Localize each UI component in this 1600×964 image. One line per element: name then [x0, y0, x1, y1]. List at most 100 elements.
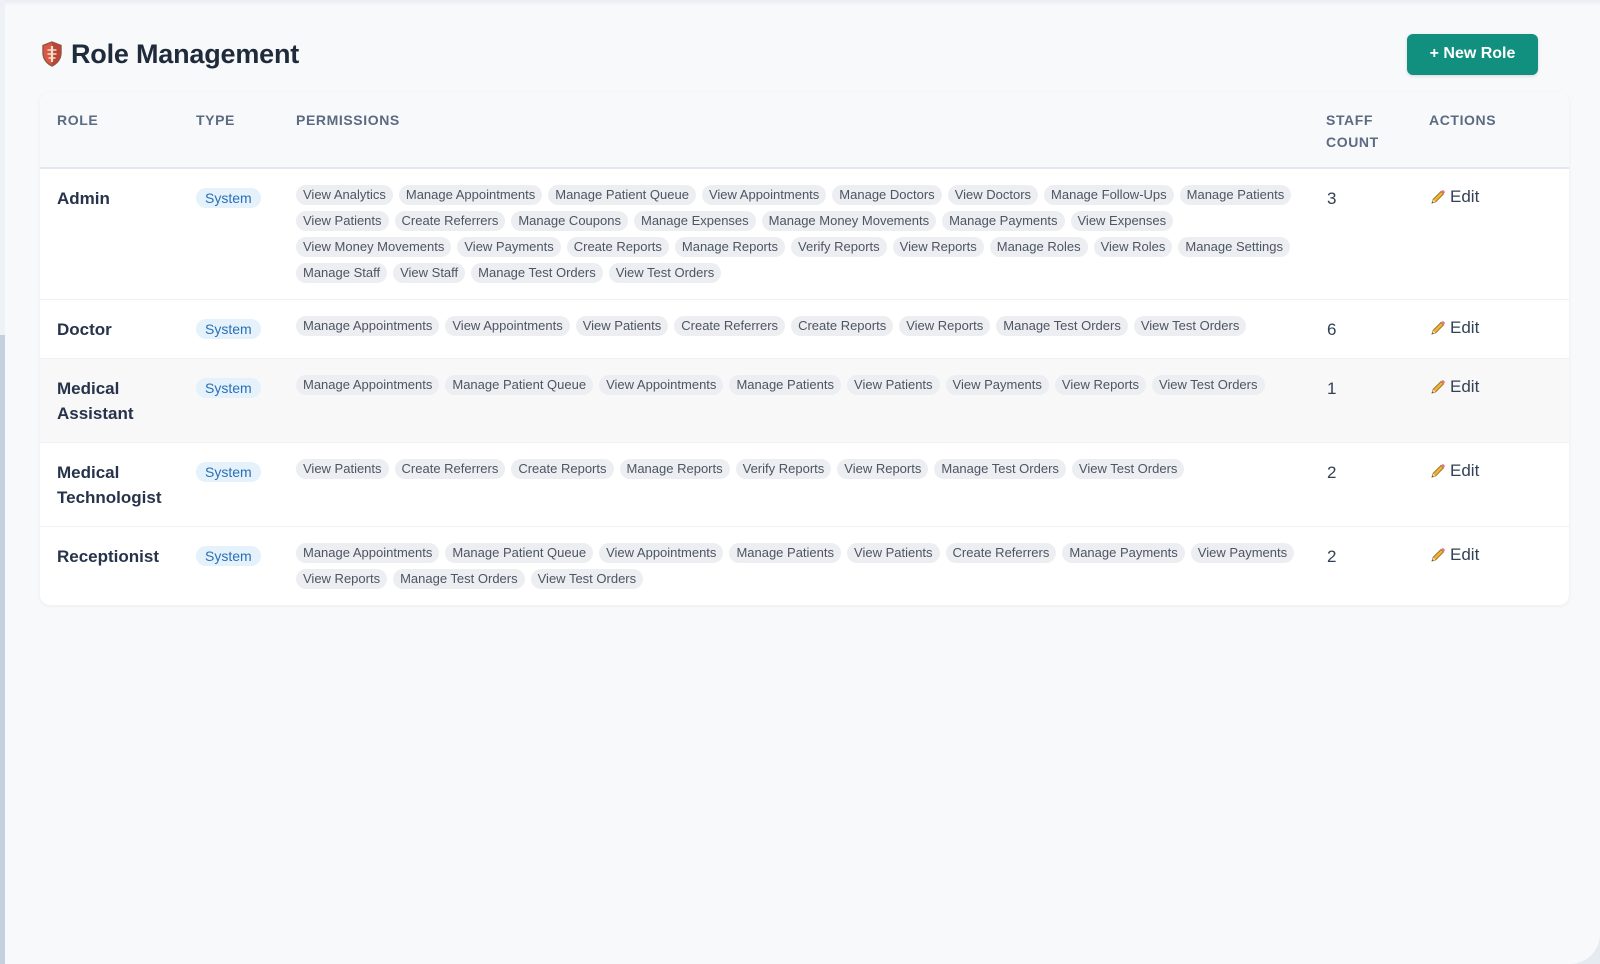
- permission-list: View Analytics Manage Appointments Manage …: [296, 185, 1296, 283]
- permission-chip: Manage Patient Queue: [548, 185, 696, 205]
- pencil-icon: [1429, 189, 1446, 206]
- staff-count: 3: [1327, 189, 1337, 208]
- permission-chip: Create Reports: [566, 237, 669, 257]
- type-cell: System: [196, 527, 296, 606]
- role-name: Receptionist: [57, 547, 160, 566]
- permission-chip: Manage Appointments: [296, 316, 440, 336]
- permission-chip: View Appointments: [701, 185, 827, 205]
- permission-chip: View Test Orders: [608, 263, 722, 283]
- staff-count-cell: 3: [1326, 168, 1429, 300]
- shield-icon: [41, 41, 63, 67]
- permission-chip: View Payments: [945, 375, 1049, 395]
- permission-chip: Manage Patients: [729, 375, 842, 395]
- permission-chip: Manage Appointments: [398, 185, 543, 205]
- staff-count: 2: [1327, 547, 1337, 566]
- roles-table: ROLE TYPE PERMISSIONS STAFF COUNT ACTION…: [40, 92, 1569, 605]
- edit-label: Edit: [1450, 545, 1480, 564]
- edit-label: Edit: [1450, 187, 1480, 206]
- permission-chip: Create Reports: [511, 459, 614, 479]
- permissions-cell: Manage Appointments Manage Patient Queue V…: [296, 359, 1326, 443]
- permission-chip: Create Reports: [791, 316, 894, 336]
- permission-chip: Manage Patient Queue: [445, 543, 594, 563]
- permissions-cell: Manage Appointments Manage Patient Queue V…: [296, 527, 1326, 606]
- column-header-staff-count: STAFF COUNT: [1326, 112, 1379, 150]
- permission-chip: Manage Patient Queue: [445, 375, 594, 395]
- role-cell: Medical Technologist: [40, 443, 196, 527]
- page-title: Role Management: [71, 38, 300, 69]
- staff-count-cell: 2: [1326, 443, 1429, 527]
- permission-chip: Manage Patients: [1179, 185, 1292, 205]
- type-badge: System: [196, 546, 261, 566]
- edit-role-button[interactable]: Edit: [1429, 375, 1479, 399]
- type-badge: System: [196, 319, 261, 339]
- permission-chip: View Reports: [892, 237, 984, 257]
- permission-chip: View Reports: [899, 316, 991, 336]
- type-badge: System: [196, 188, 261, 208]
- pencil-icon: [1429, 320, 1446, 337]
- page-top-shadow: [5, 0, 1600, 6]
- permission-list: View Patients Create Referrers Create Repo…: [296, 459, 1296, 479]
- role-cell: Doctor: [40, 300, 196, 359]
- permission-chip: View Test Orders: [1071, 459, 1185, 479]
- permission-list: Manage Appointments View Appointments View…: [296, 316, 1296, 336]
- permission-chip: View Staff: [393, 263, 466, 283]
- permission-chip: View Patients: [296, 211, 389, 231]
- permission-chip: View Expenses: [1070, 211, 1174, 231]
- permission-chip: Manage Test Orders: [471, 263, 603, 283]
- edit-role-button[interactable]: Edit: [1429, 543, 1479, 567]
- pencil-icon: [1429, 463, 1446, 480]
- table-row: Doctor System Manage Appointments View Appo…: [40, 300, 1569, 359]
- edit-role-button[interactable]: Edit: [1429, 316, 1479, 340]
- permission-chip: Verify Reports: [735, 459, 832, 479]
- role-name: Admin: [57, 189, 110, 208]
- permission-chip: Create Referrers: [394, 459, 506, 479]
- permission-chip: Manage Test Orders: [996, 316, 1128, 336]
- permissions-cell: View Patients Create Referrers Create Repo…: [296, 443, 1326, 527]
- column-header-type: TYPE: [196, 112, 235, 128]
- permission-chip: Manage Expenses: [633, 211, 756, 231]
- new-role-button[interactable]: + New Role: [1407, 33, 1538, 75]
- permission-chip: View Doctors: [947, 185, 1039, 205]
- permission-chip: View Analytics: [296, 185, 393, 205]
- staff-count: 2: [1327, 463, 1337, 482]
- edit-role-button[interactable]: Edit: [1429, 185, 1479, 209]
- permission-list: Manage Appointments Manage Patient Queue V…: [296, 375, 1296, 395]
- type-badge: System: [196, 462, 261, 482]
- permission-chip: Create Referrers: [394, 211, 506, 231]
- type-cell: System: [196, 168, 296, 300]
- permission-chip: Manage Roles: [989, 237, 1088, 257]
- role-name: Doctor: [57, 320, 112, 339]
- table-row: Receptionist System Manage Appointments Man…: [40, 527, 1569, 606]
- permission-chip: View Appointments: [599, 543, 724, 563]
- permission-chip: Manage Money Movements: [761, 211, 937, 231]
- permission-chip: Manage Reports: [619, 459, 730, 479]
- permission-chip: Manage Payments: [942, 211, 1065, 231]
- column-header-permissions: PERMISSIONS: [296, 112, 400, 128]
- permission-chip: View Roles: [1093, 237, 1173, 257]
- actions-cell: Edit: [1429, 300, 1569, 359]
- role-name: Medical Technologist: [57, 463, 162, 507]
- type-cell: System: [196, 300, 296, 359]
- type-cell: System: [196, 359, 296, 443]
- role-cell: Medical Assistant: [40, 359, 196, 443]
- table-row: Medical Technologist System View Patients C…: [40, 443, 1569, 527]
- permission-chip: View Patients: [296, 459, 389, 479]
- permission-chip: View Reports: [296, 569, 388, 589]
- permissions-cell: Manage Appointments View Appointments View…: [296, 300, 1326, 359]
- pencil-icon: [1429, 379, 1446, 396]
- table-row: Medical Assistant System Manage Appointmen…: [40, 358, 1569, 443]
- staff-count-cell: 2: [1326, 527, 1429, 606]
- edit-label: Edit: [1450, 318, 1480, 337]
- edit-role-button[interactable]: Edit: [1429, 459, 1479, 483]
- permission-chip: View Reports: [837, 459, 929, 479]
- permission-chip: View Test Orders: [1151, 375, 1265, 395]
- staff-count: 1: [1327, 379, 1337, 398]
- permission-chip: View Patients: [847, 375, 940, 395]
- title-wrap: Role Management: [41, 39, 299, 70]
- permission-chip: Manage Appointments: [296, 543, 440, 563]
- staff-count-cell: 6: [1326, 300, 1429, 359]
- permission-chip: Create Referrers: [674, 316, 786, 336]
- permission-chip: Manage Appointments: [296, 375, 440, 395]
- column-header-role: ROLE: [57, 112, 99, 128]
- permission-chip: View Payments: [1190, 543, 1295, 563]
